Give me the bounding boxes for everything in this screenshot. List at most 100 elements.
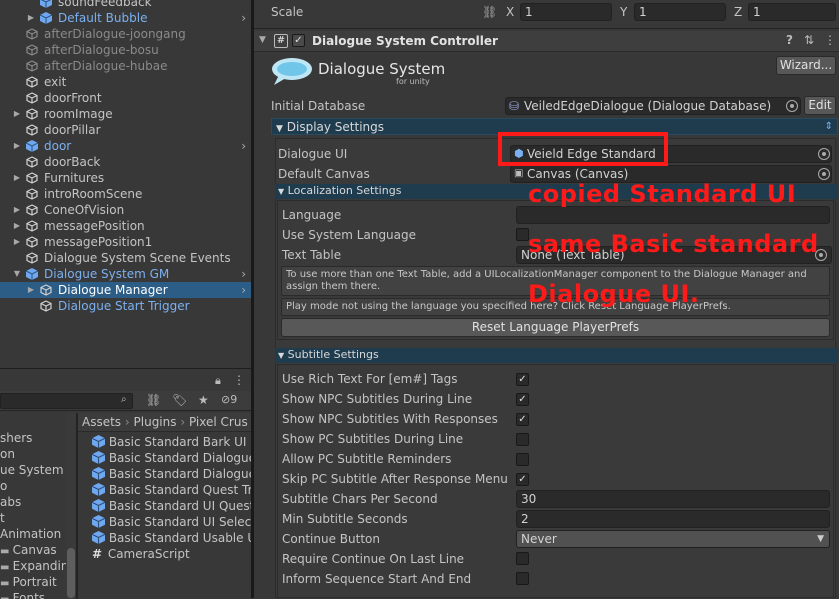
hierarchy-item[interactable]: ▶ ConeOfVision: [0, 202, 251, 218]
asset-item[interactable]: Basic Standard Bark UI: [92, 435, 246, 451]
require-continue-checkbox[interactable]: [516, 552, 529, 565]
folder-tree-item[interactable]: shers: [0, 431, 32, 445]
expand-arrow-open-icon[interactable]: ▼: [12, 266, 22, 282]
object-picker-icon[interactable]: [786, 100, 798, 112]
min-subtitle-seconds-field[interactable]: 2: [516, 510, 830, 528]
edit-button[interactable]: Edit: [804, 96, 836, 115]
hierarchy-item[interactable]: introRoomScene: [0, 186, 251, 202]
asset-item[interactable]: Basic Standard Quest Tra: [92, 483, 251, 499]
folder-tree-item[interactable]: on: [0, 447, 15, 461]
scale-z-field[interactable]: 1: [748, 3, 836, 21]
label-tag-icon[interactable]: 🏷︎: [172, 393, 187, 407]
language-field[interactable]: [516, 206, 830, 224]
prefab-cube-icon: [25, 268, 39, 280]
asset-item[interactable]: Basic Standard UI Select: [92, 515, 251, 531]
hierarchy-item[interactable]: ▶ messagePosition: [0, 218, 251, 234]
foldout-arrow-icon[interactable]: ▼: [259, 35, 266, 45]
hierarchy-item[interactable]: ▶ messagePosition1: [0, 234, 251, 250]
hierarchy-item[interactable]: exit: [0, 74, 251, 90]
folder-tree-item[interactable]: ▬ Portrait: [0, 575, 57, 589]
text-table-label: Text Table: [282, 248, 342, 262]
folder-tree-scrollbar[interactable]: [66, 413, 76, 599]
expand-arrow-icon[interactable]: ▶: [26, 10, 36, 26]
object-picker-icon[interactable]: [818, 148, 830, 160]
asset-item[interactable]: Basic Standard Dialogue: [92, 467, 251, 483]
hierarchy-item[interactable]: doorFront: [0, 90, 251, 106]
gameobject-cube-icon: [26, 220, 38, 232]
object-picker-icon[interactable]: [818, 168, 830, 180]
continue-button-dropdown[interactable]: Never ▼: [516, 530, 830, 548]
component-header[interactable]: ▼ # ✓ Dialogue System Controller ? ⇅ ⋮: [254, 31, 839, 52]
hierarchy-item[interactable]: afterDialogue-bosu: [0, 42, 251, 58]
subtitle-setting-label: Skip PC Subtitle After Response Menu: [282, 472, 508, 486]
favorite-star-icon[interactable]: ★: [198, 393, 209, 407]
asset-item[interactable]: Basic Standard Usable U: [92, 531, 251, 547]
chevron-right-icon[interactable]: ›: [241, 282, 246, 298]
expand-arrow-icon[interactable]: ▶: [12, 138, 22, 154]
hierarchy-item[interactable]: ▶ roomImage: [0, 106, 251, 122]
scale-y-field[interactable]: 1: [634, 3, 726, 21]
folder-tree-item[interactable]: o: [0, 479, 7, 493]
subtitle-setting-checkbox[interactable]: ✓: [516, 373, 529, 386]
inform-sequence-checkbox[interactable]: [516, 572, 529, 585]
subtitle-setting-label: Allow PC Subtitle Reminders: [282, 452, 452, 466]
chevron-right-icon[interactable]: ›: [241, 10, 246, 26]
lock-icon[interactable]: 🔒︎: [215, 374, 221, 388]
constrain-proportions-icon[interactable]: ⛓: [482, 5, 497, 19]
expand-arrow-icon[interactable]: ▶: [12, 218, 22, 234]
expand-arrow-icon[interactable]: ▶: [12, 106, 22, 122]
filter-type-icon[interactable]: ⛓: [146, 393, 161, 407]
initial-database-field[interactable]: ⛁ VeiledEdgeDialogue (Dialogue Database): [505, 97, 801, 115]
asset-item[interactable]: Basic Standard Dialogue: [92, 451, 251, 467]
folder-tree-item[interactable]: ▬ Canvas: [0, 543, 57, 557]
hierarchy-item[interactable]: doorBack: [0, 154, 251, 170]
subtitle-setting-checkbox[interactable]: ✓: [516, 473, 529, 486]
expand-arrow-icon[interactable]: ▶: [26, 282, 36, 298]
chevron-down-icon: ▼: [817, 534, 824, 544]
reset-language-playerprefs-button[interactable]: Reset Language PlayerPrefs: [281, 318, 830, 337]
hierarchy-item[interactable]: Dialogue System Scene Events: [0, 250, 251, 266]
hierarchy-item[interactable]: ▼ Dialogue System GM ›: [0, 266, 251, 282]
project-search-input[interactable]: [0, 393, 133, 409]
subtitle-setting-checkbox[interactable]: ✓: [516, 413, 529, 426]
wizard-button[interactable]: Wizard...: [776, 56, 836, 75]
breadcrumb-assets[interactable]: Assets: [82, 415, 121, 429]
hierarchy-item[interactable]: ▶ door ›: [0, 138, 251, 154]
hierarchy-item[interactable]: afterDialogue-joongang: [0, 26, 251, 42]
breadcrumb-pixel-crushers[interactable]: Pixel Crus: [189, 415, 248, 429]
breadcrumb-plugins[interactable]: Plugins: [134, 415, 177, 429]
expand-arrow-icon[interactable]: ▶: [12, 170, 22, 186]
help-icon[interactable]: ?: [786, 33, 793, 47]
hierarchy-item[interactable]: Dialogue Start Trigger: [0, 298, 251, 314]
component-enabled-checkbox[interactable]: ✓: [292, 34, 305, 47]
subtitle-setting-checkbox[interactable]: ✓: [516, 393, 529, 406]
hierarchy-item[interactable]: ▶ Dialogue Manager ›: [0, 282, 251, 298]
hierarchy-item-label: soundFeedback: [58, 0, 152, 9]
expand-arrow-icon[interactable]: ▶: [12, 202, 22, 218]
folder-tree-item[interactable]: t: [0, 511, 5, 525]
folder-tree-item[interactable]: ue System: [0, 463, 64, 477]
expand-arrow-icon[interactable]: ▶: [12, 234, 22, 250]
chevron-right-icon[interactable]: ›: [241, 138, 246, 154]
subtitle-settings-foldout[interactable]: ▼ Subtitle Settings: [275, 348, 838, 363]
hierarchy-item[interactable]: ▶ Default Bubble ›: [0, 10, 251, 26]
hidden-packages-icon[interactable]: ⊘9: [221, 393, 237, 406]
hierarchy-item[interactable]: soundFeedback: [0, 0, 251, 10]
search-by-type-icon[interactable]: ⌕: [121, 394, 127, 405]
folder-tree-item[interactable]: abs: [0, 495, 21, 509]
subtitle-setting-checkbox[interactable]: [516, 433, 529, 446]
kebab-menu-icon[interactable]: ⋮: [233, 373, 245, 387]
preset-icon[interactable]: ⇅: [804, 33, 814, 47]
asset-item[interactable]: Basic Standard UI Quest: [92, 499, 251, 515]
hierarchy-item[interactable]: ▶ Furnitures: [0, 170, 251, 186]
subtitle-setting-checkbox[interactable]: [516, 453, 529, 466]
hierarchy-item[interactable]: doorPillar: [0, 122, 251, 138]
subtitle-chars-per-second-field[interactable]: 30: [516, 490, 830, 508]
component-menu-icon[interactable]: ⋮: [824, 33, 836, 47]
chevron-right-icon[interactable]: ›: [241, 266, 246, 282]
scale-x-field[interactable]: 1: [520, 3, 612, 21]
hierarchy-item[interactable]: afterDialogue-hubae: [0, 58, 251, 74]
folder-tree-item[interactable]: Animation: [0, 527, 61, 541]
folder-tree-item[interactable]: ▬ Expandin: [0, 559, 66, 573]
asset-item[interactable]: # CameraScript: [92, 547, 190, 561]
